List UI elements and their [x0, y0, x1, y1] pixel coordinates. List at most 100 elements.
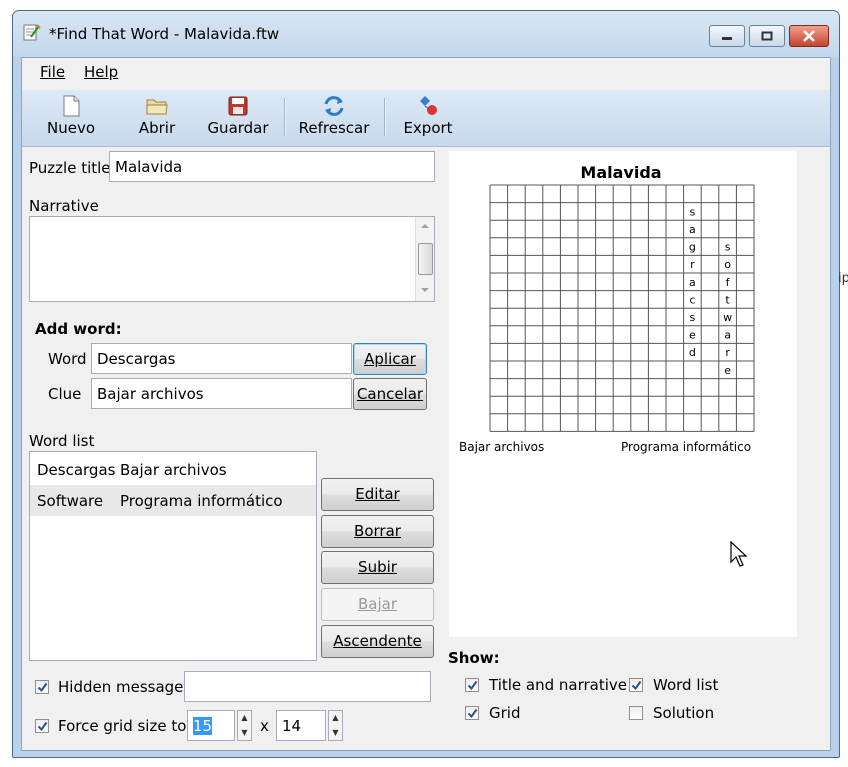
checkmark-icon: [467, 680, 477, 690]
scroll-up-arrow-icon[interactable]: [420, 223, 430, 229]
delete-label: Borrar: [354, 522, 401, 540]
grid-rows-spinner[interactable]: ▲ ▼: [328, 710, 343, 741]
export-button[interactable]: Export: [400, 92, 456, 142]
refresh-icon: [324, 96, 344, 116]
minimize-icon: [722, 37, 732, 40]
grid-rows-input[interactable]: 14: [276, 710, 326, 741]
move-up-button[interactable]: Subir: [321, 551, 434, 584]
narrative-label: Narrative: [29, 197, 99, 215]
spin-up-icon[interactable]: ▲: [238, 711, 251, 726]
grid-letter: s: [690, 311, 696, 324]
list-item-word: Descargas: [37, 461, 116, 479]
save-disk-icon: [228, 96, 248, 116]
edit-label: Editar: [355, 485, 400, 503]
app-window: *Find That Word - Malavida.ftw File Help: [12, 10, 840, 758]
cancel-label: Cancelar: [356, 385, 424, 403]
close-icon: [803, 30, 815, 42]
menu-file-label: File: [40, 63, 66, 81]
show-word-list-checkbox[interactable]: [629, 678, 643, 692]
maximize-icon: [761, 31, 773, 41]
move-down-button[interactable]: Bajar: [321, 588, 434, 621]
client-area: File Help Nuevo Abrir Guardar Refrescar …: [21, 57, 831, 751]
checkmark-icon: [37, 682, 47, 692]
toolbar-separator: [384, 98, 386, 136]
grid-letter: s: [725, 241, 731, 254]
spin-up-icon[interactable]: ▲: [329, 711, 342, 726]
apply-button[interactable]: Aplicar: [353, 343, 427, 375]
minimize-button[interactable]: [709, 25, 745, 47]
narrative-scrollbar[interactable]: [415, 217, 434, 301]
list-item[interactable]: Descargas Bajar archivos: [30, 453, 316, 485]
grid-letter: a: [689, 276, 696, 289]
apply-label: Aplicar: [364, 350, 416, 368]
grid-letter: a: [724, 329, 731, 342]
grid-letter: a: [689, 223, 696, 236]
edit-button[interactable]: Editar: [321, 478, 434, 511]
word-field[interactable]: Descargas: [91, 343, 352, 374]
move-down-label: Bajar: [357, 595, 397, 613]
toolbar-separator: [284, 98, 286, 136]
grid-letter: d: [689, 346, 696, 359]
show-solution-label: Solution: [653, 704, 715, 722]
word-list[interactable]: Descargas Bajar archivos Software Progra…: [29, 451, 317, 661]
sort-ascending-button[interactable]: Ascendente: [321, 625, 434, 658]
open-button[interactable]: Abrir: [128, 92, 186, 142]
force-grid-label: Force grid size to: [58, 717, 187, 735]
show-grid-checkbox[interactable]: [465, 706, 479, 720]
export-label: Export: [403, 119, 453, 137]
title-narrative-label: Title and narrative: [489, 676, 628, 694]
grid-columns-spinner[interactable]: ▲ ▼: [237, 710, 252, 741]
move-up-label: Subir: [358, 558, 397, 576]
hidden-message-field[interactable]: [184, 671, 431, 702]
word-search-grid: sagracsedsoftware: [489, 184, 755, 432]
hidden-message-label: Hidden message: [58, 678, 184, 696]
scroll-down-arrow-icon[interactable]: [420, 287, 430, 293]
show-word-list-label: Word list: [653, 676, 719, 694]
checkmark-icon: [37, 721, 47, 731]
times-sign: x: [260, 717, 269, 735]
window-title: *Find That Word - Malavida.ftw: [49, 25, 280, 43]
list-item-clue: Programa informático: [120, 492, 283, 510]
spin-down-icon[interactable]: ▼: [238, 726, 251, 741]
clue-field[interactable]: Bajar archivos: [91, 378, 352, 409]
grid-columns-input[interactable]: 15: [187, 710, 235, 741]
hidden-message-checkbox[interactable]: [35, 680, 49, 694]
grid-columns-value: 15: [193, 717, 213, 735]
menu-help[interactable]: Help: [84, 63, 118, 81]
force-grid-checkbox[interactable]: [35, 719, 49, 733]
grid-letter: r: [725, 346, 730, 359]
show-solution-checkbox[interactable]: [629, 706, 643, 720]
checkmark-icon: [631, 680, 641, 690]
title-bar[interactable]: *Find That Word - Malavida.ftw: [13, 11, 839, 57]
toolbar: Nuevo Abrir Guardar Refrescar Export: [22, 90, 830, 147]
word-label: Word: [48, 350, 87, 368]
list-item-selected[interactable]: Software Programa informático: [30, 485, 316, 516]
grid-letter: e: [724, 364, 731, 377]
clue-label: Clue: [48, 385, 82, 403]
close-button[interactable]: [789, 25, 829, 47]
maximize-button[interactable]: [749, 25, 785, 47]
show-heading: Show:: [448, 649, 500, 667]
grid-letter: g: [689, 241, 696, 254]
grid-letter: w: [723, 311, 732, 324]
spin-down-icon[interactable]: ▼: [329, 726, 342, 741]
puzzle-title-field[interactable]: Malavida: [109, 151, 435, 182]
delete-button[interactable]: Borrar: [321, 515, 434, 548]
grid-letter: r: [690, 258, 695, 271]
word-list-label: Word list: [29, 432, 95, 450]
narrative-textarea[interactable]: [29, 216, 435, 302]
scroll-thumb[interactable]: [418, 243, 433, 275]
refresh-button[interactable]: Refrescar: [296, 92, 372, 142]
checkmark-icon: [467, 708, 477, 718]
list-item-clue: Bajar archivos: [120, 461, 227, 479]
grid-letter: c: [689, 293, 695, 306]
save-label: Guardar: [207, 119, 269, 137]
cancel-button[interactable]: Cancelar: [353, 378, 427, 410]
menu-file[interactable]: File: [40, 63, 65, 81]
title-narrative-checkbox[interactable]: [465, 678, 479, 692]
new-button[interactable]: Nuevo: [42, 92, 100, 142]
new-label: Nuevo: [46, 119, 95, 137]
grid-letter: s: [690, 205, 696, 218]
save-button[interactable]: Guardar: [206, 92, 270, 142]
sort-ascending-label: Ascendente: [333, 632, 422, 650]
